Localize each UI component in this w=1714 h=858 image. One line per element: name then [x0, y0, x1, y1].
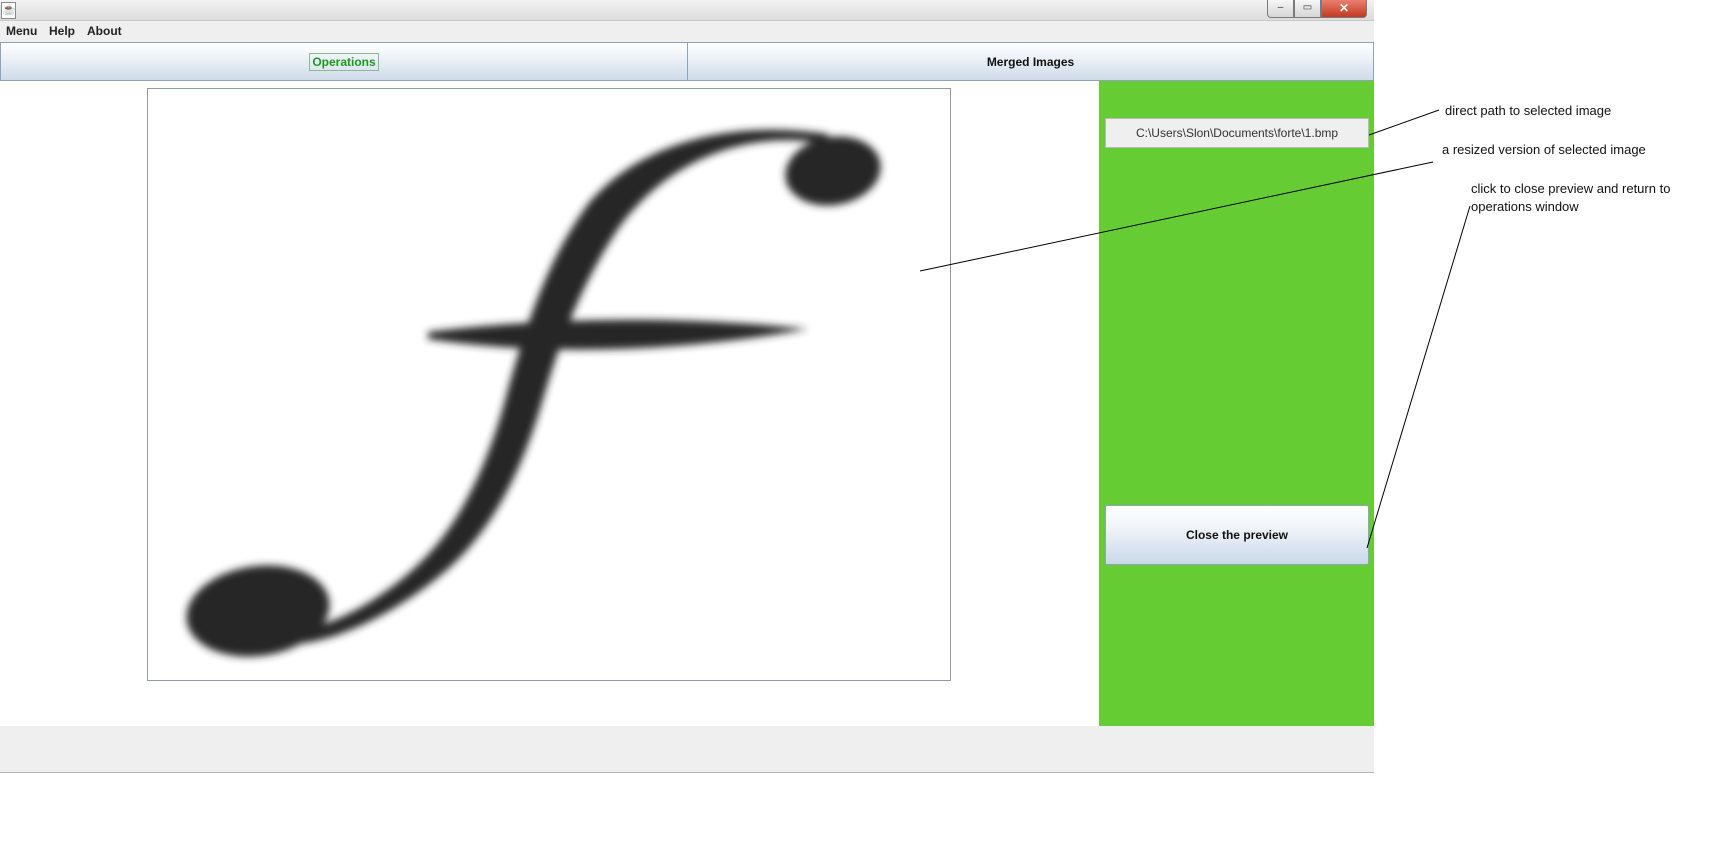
close-window-button[interactable]: ✕	[1321, 0, 1367, 18]
annotation-close-line2: operations window	[1471, 199, 1579, 214]
annotation-path: direct path to selected image	[1445, 103, 1612, 118]
window-controls: – ▭ ✕	[1267, 0, 1367, 18]
image-preview	[147, 88, 951, 681]
tab-operations[interactable]: Operations	[0, 42, 688, 81]
operations-content: C:\Users\Slon\Documents\forte\1.bmp Clos…	[0, 81, 1374, 726]
tab-merged-images-label: Merged Images	[986, 54, 1075, 69]
preview-side-panel: C:\Users\Slon\Documents\forte\1.bmp Clos…	[1099, 81, 1374, 726]
tab-merged-images[interactable]: Merged Images	[687, 42, 1374, 81]
title-bar: ☕ – ▭ ✕	[0, 0, 1374, 21]
maximize-button[interactable]: ▭	[1294, 0, 1321, 18]
menu-item-about[interactable]: About	[87, 24, 122, 38]
tab-operations-label: Operations	[309, 52, 379, 71]
java-icon: ☕	[1, 2, 16, 19]
annotation-image: a resized version of selected image	[1442, 142, 1646, 157]
script-f-image	[186, 129, 881, 657]
close-preview-button[interactable]: Close the preview	[1105, 505, 1369, 565]
menu-item-menu[interactable]: Menu	[6, 24, 37, 38]
image-path-field[interactable]: C:\Users\Slon\Documents\forte\1.bmp	[1105, 118, 1369, 148]
status-strip	[0, 726, 1374, 773]
menu-bar: Menu Help About	[0, 21, 1374, 42]
minimize-button[interactable]: –	[1267, 0, 1294, 18]
annotation-close-line1: click to close preview and return to	[1471, 181, 1671, 196]
menu-item-help[interactable]: Help	[49, 24, 75, 38]
